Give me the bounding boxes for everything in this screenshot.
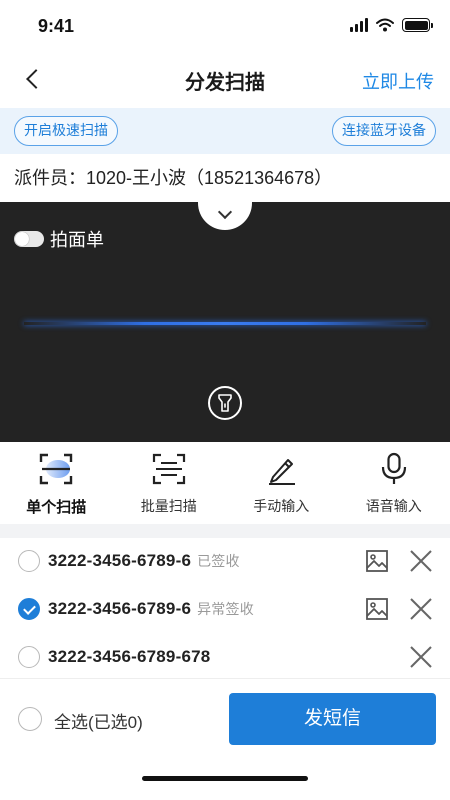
- photo-waybill-toggle[interactable]: [14, 231, 44, 247]
- list-item[interactable]: 3222-3456-6789-6 已签收: [0, 538, 450, 586]
- section-divider: [0, 524, 450, 538]
- item-checkbox[interactable]: [18, 550, 40, 572]
- close-icon: [410, 550, 432, 572]
- tracking-number: 3222-3456-6789-6 已签收: [48, 551, 240, 570]
- mode-manual-input[interactable]: 手动输入: [225, 442, 338, 524]
- mode-single-scan-label: 单个扫描: [26, 499, 87, 516]
- item-checkbox-checked[interactable]: [18, 598, 40, 620]
- mode-batch-scan-label: 批量扫描: [140, 498, 197, 514]
- photo-waybill-toggle-group: 拍面单: [14, 226, 104, 252]
- battery-icon: [402, 18, 433, 32]
- tracking-number: 3222-3456-6789-6 异常签收: [48, 599, 254, 618]
- mode-manual-input-label: 手动输入: [253, 498, 310, 514]
- delete-button[interactable]: [410, 598, 432, 620]
- item-checkbox[interactable]: [18, 646, 40, 668]
- courier-info: 派件员：1020-王小波（18521364678）: [14, 168, 333, 188]
- bottom-action-bar: 全选(已选0) 发短信: [0, 678, 450, 760]
- mode-single-scan[interactable]: 单个扫描: [0, 442, 113, 524]
- fast-scan-button[interactable]: 开启极速扫描: [14, 116, 118, 146]
- tracking-number: 3222-3456-6789-678: [48, 647, 211, 666]
- screen: 9:41 分发扫描 立即上传 开启极速扫描 连接蓝牙设备 派件员：1020-王小…: [0, 0, 450, 800]
- send-sms-button[interactable]: 发短信: [229, 693, 436, 745]
- collapse-camera-button[interactable]: [198, 202, 252, 230]
- camera-viewport: 拍面单: [0, 202, 450, 442]
- pen-icon: [264, 452, 298, 486]
- home-indicator[interactable]: [142, 776, 308, 781]
- select-all-checkbox[interactable]: [18, 707, 42, 731]
- image-icon: [366, 598, 388, 620]
- delete-button[interactable]: [410, 550, 432, 572]
- delete-button[interactable]: [410, 646, 432, 668]
- microphone-icon: [377, 452, 411, 486]
- status-time: 9:41: [38, 16, 75, 36]
- status-tag: 已签收: [197, 553, 240, 569]
- scan-mode-tabs: 单个扫描 批量扫描 手动输入 语音输入: [0, 442, 450, 524]
- single-scan-icon: [39, 452, 73, 486]
- quick-action-bar: 开启极速扫描 连接蓝牙设备: [0, 108, 450, 154]
- view-image-button[interactable]: [366, 550, 388, 572]
- wifi-icon: [376, 18, 394, 32]
- scan-line: [24, 322, 426, 325]
- status-tag: 异常签收: [197, 601, 254, 617]
- status-icons: [350, 18, 433, 32]
- mode-batch-scan[interactable]: 批量扫描: [113, 442, 226, 524]
- connect-bluetooth-button[interactable]: 连接蓝牙设备: [332, 116, 436, 146]
- image-icon: [366, 550, 388, 572]
- status-bar: 9:41: [0, 0, 450, 52]
- mode-voice-input-label: 语音输入: [365, 498, 422, 514]
- scanned-list: 3222-3456-6789-6 已签收 3222-3456-6789-6 异常签收: [0, 538, 450, 682]
- nav-bar: 分发扫描 立即上传: [0, 52, 450, 108]
- upload-now-button[interactable]: 立即上传: [362, 68, 434, 94]
- close-icon: [410, 598, 432, 620]
- mode-voice-input[interactable]: 语音输入: [338, 442, 450, 524]
- chevron-down-icon: [217, 204, 233, 220]
- cellular-signal-icon: [350, 18, 368, 32]
- batch-scan-icon: [152, 452, 186, 486]
- photo-waybill-label: 拍面单: [50, 230, 104, 250]
- flashlight-button[interactable]: [208, 386, 242, 420]
- close-icon: [410, 646, 432, 668]
- list-item[interactable]: 3222-3456-6789-6 异常签收: [0, 586, 450, 634]
- list-item[interactable]: 3222-3456-6789-678: [0, 634, 450, 682]
- view-image-button[interactable]: [366, 598, 388, 620]
- flashlight-icon: [218, 394, 232, 412]
- select-all-label[interactable]: 全选(已选0): [54, 708, 143, 733]
